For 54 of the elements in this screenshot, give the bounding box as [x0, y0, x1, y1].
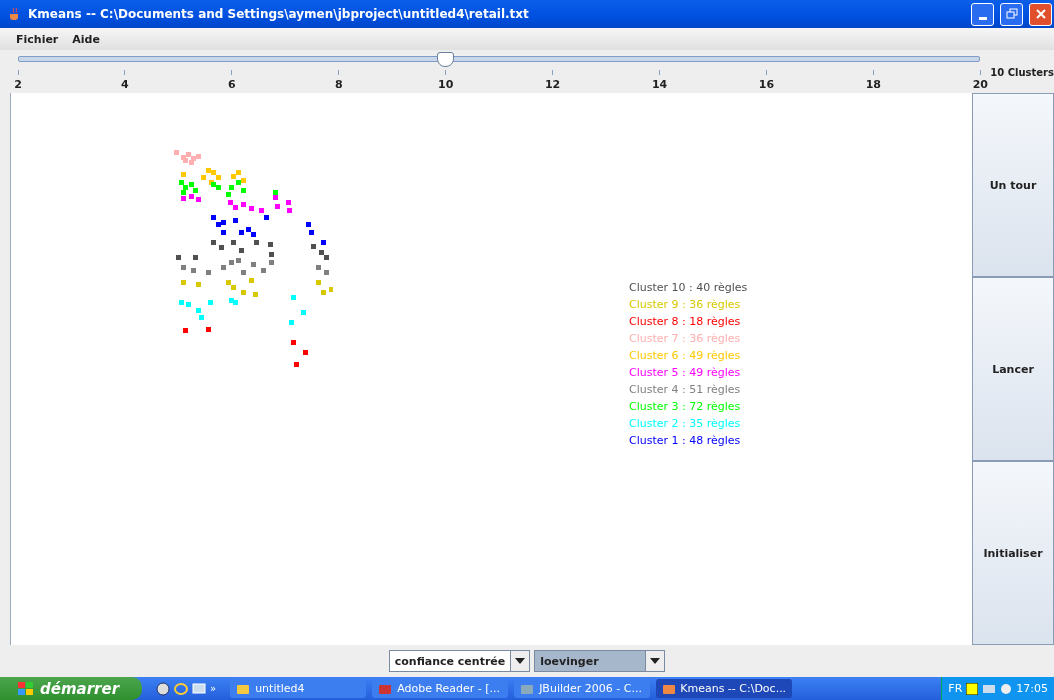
cluster-label: Cluster 8 : 18 règles — [629, 315, 742, 328]
cluster-label: Cluster 6 : 49 règles — [629, 349, 742, 362]
browser-icon[interactable] — [174, 681, 188, 696]
caret-icon — [515, 658, 526, 664]
cluster-label: Cluster 5 : 49 règles — [629, 366, 742, 379]
cluster-label: Cluster 10 : 40 règles — [629, 281, 748, 294]
taskbar-item[interactable]: Adobe Reader - [... — [372, 679, 509, 698]
action-button[interactable]: Lancer — [972, 277, 1054, 461]
help-icon[interactable] — [966, 682, 979, 695]
tick-label: 20 — [972, 78, 988, 91]
tick-label: 18 — [865, 78, 882, 91]
tick-label: 6 — [228, 78, 236, 91]
tick-label: 12 — [544, 78, 561, 91]
minimize-button[interactable] — [971, 2, 994, 26]
overflow-chevron[interactable]: » — [210, 683, 217, 694]
tick-label: 16 — [758, 78, 775, 91]
caret-icon — [650, 658, 661, 664]
restore-icon — [1005, 8, 1018, 20]
start-button[interactable]: démarrer — [0, 677, 142, 700]
globe-icon[interactable] — [156, 681, 170, 696]
close-icon — [1034, 8, 1047, 20]
restore-button[interactable] — [1000, 2, 1023, 26]
app-icon — [662, 682, 676, 695]
app-icon — [378, 682, 393, 695]
dropdown[interactable]: loevinger — [534, 650, 666, 672]
cluster-label: Cluster 1 : 48 règles — [629, 434, 742, 447]
action-button[interactable]: Un tour — [972, 93, 1054, 277]
desktop-icon[interactable] — [192, 681, 206, 696]
cluster-label: Cluster 7 : 36 règles — [629, 332, 742, 345]
menu-item[interactable]: Aide — [72, 32, 100, 46]
taskbar-item[interactable]: Kmeans -- C:\Doc... — [656, 679, 793, 698]
cluster-label: Cluster 2 : 35 règles — [629, 417, 742, 430]
tick-label: 2 — [14, 78, 22, 91]
tick-label: 8 — [334, 78, 343, 91]
cluster-label: Cluster 3 : 72 règles — [629, 400, 742, 413]
minimize-icon — [978, 16, 987, 20]
taskbar-item[interactable]: JBuilder 2006 - C... — [514, 679, 651, 698]
flag-icon — [18, 681, 34, 696]
window-title: Kmeans -- C:\Documents and Settings\aymen\jbproject\untitled4\retail.txt — [28, 7, 530, 21]
close-button[interactable] — [1029, 2, 1052, 26]
cluster-count: 10 Clusters — [990, 67, 1054, 80]
app-icon — [520, 682, 535, 695]
tick-label: 10 — [438, 78, 454, 91]
clock: 17:05 — [1016, 682, 1048, 695]
cluster-label: Cluster 4 : 51 règles — [629, 383, 742, 396]
cluster-label: Cluster 9 : 36 règles — [629, 298, 742, 311]
action-button[interactable]: Initialiser — [972, 461, 1054, 645]
menu-item[interactable]: Fichier — [16, 32, 59, 46]
slider-thumb[interactable] — [437, 52, 455, 67]
tick-label: 14 — [651, 78, 668, 91]
tick-label: 4 — [121, 78, 129, 91]
dropdown[interactable]: confiance centrée — [388, 650, 531, 672]
app-icon — [236, 682, 251, 695]
taskbar-item[interactable]: untitled4 — [230, 679, 367, 698]
